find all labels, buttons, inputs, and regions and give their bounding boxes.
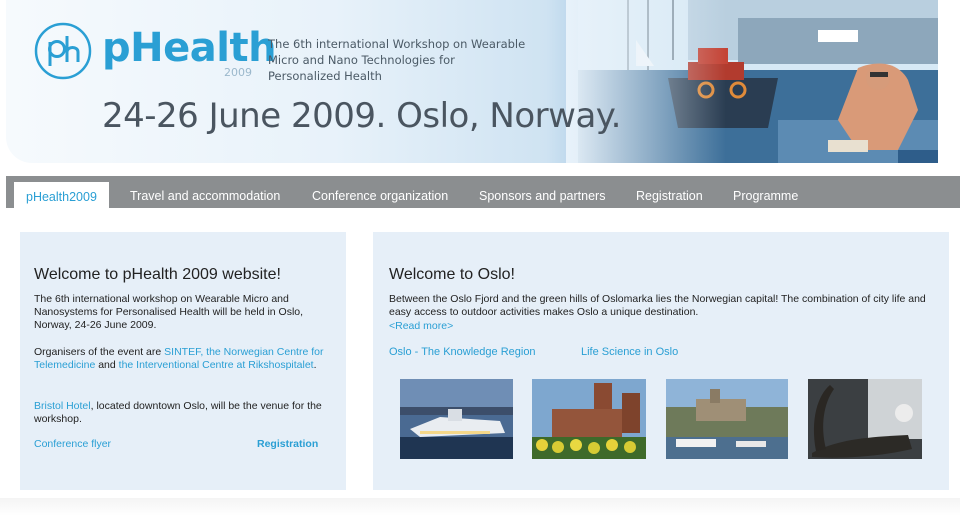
nav-tab-registration[interactable]: Registration — [636, 176, 703, 208]
fortress-harbour-photo[interactable] — [666, 379, 788, 459]
conference-flyer-link[interactable]: Conference flyer — [34, 438, 111, 451]
header-tagline: The 6th international Workshop on Wearab… — [268, 37, 526, 83]
oslo-title: Welcome to Oslo! — [389, 266, 515, 283]
knowledge-region-link[interactable]: Oslo - The Knowledge Region — [389, 346, 536, 359]
welcome-intro: The 6th international workshop on Wearab… — [34, 293, 304, 331]
viking-ship-photo[interactable] — [808, 379, 922, 459]
welcome-panel: Welcome to pHealth 2009 website! The 6th… — [20, 232, 346, 490]
nav-tab-programme[interactable]: Programme — [733, 176, 798, 208]
venue-text: Bristol Hotel, located downtown Oslo, wi… — [34, 400, 322, 425]
nav-tab-phealth2009[interactable]: pHealth2009 — [14, 182, 109, 208]
bristol-hotel-link[interactable]: Bristol Hotel — [34, 400, 91, 412]
oslo-body: Between the Oslo Fjord and the green hil… — [389, 293, 926, 318]
header-dateline: 24-26 June 2009. Oslo, Norway. — [102, 96, 621, 136]
opera-house-photo[interactable] — [400, 379, 513, 459]
nav-tab-sponsors[interactable]: Sponsors and partners — [479, 176, 605, 208]
main-nav: pHealth2009 Travel and accommodation Con… — [6, 176, 960, 208]
organisers-text: Organisers of the event are SINTEF, the … — [34, 346, 324, 371]
nav-tab-conference-organization[interactable]: Conference organization — [312, 176, 448, 208]
welcome-title: Welcome to pHealth 2009 website! — [34, 266, 281, 283]
life-science-link[interactable]: Life Science in Oslo — [581, 346, 678, 359]
phealth-logo-icon — [34, 22, 92, 80]
registration-link[interactable]: Registration — [257, 438, 318, 451]
nav-tab-travel[interactable]: Travel and accommodation — [130, 176, 280, 208]
read-more-link[interactable]: <Read more> — [389, 320, 453, 333]
sintef-link[interactable]: SINTEF — [164, 346, 200, 358]
logo-title: pHealth — [102, 25, 277, 71]
city-hall-photo[interactable] — [532, 379, 646, 459]
header-banner: pHealth 2009 The 6th international Works… — [6, 0, 938, 163]
interventional-centre-link[interactable]: the Interventional Centre at Rikshospita… — [119, 359, 314, 371]
logo-year: 2009 — [224, 66, 252, 79]
